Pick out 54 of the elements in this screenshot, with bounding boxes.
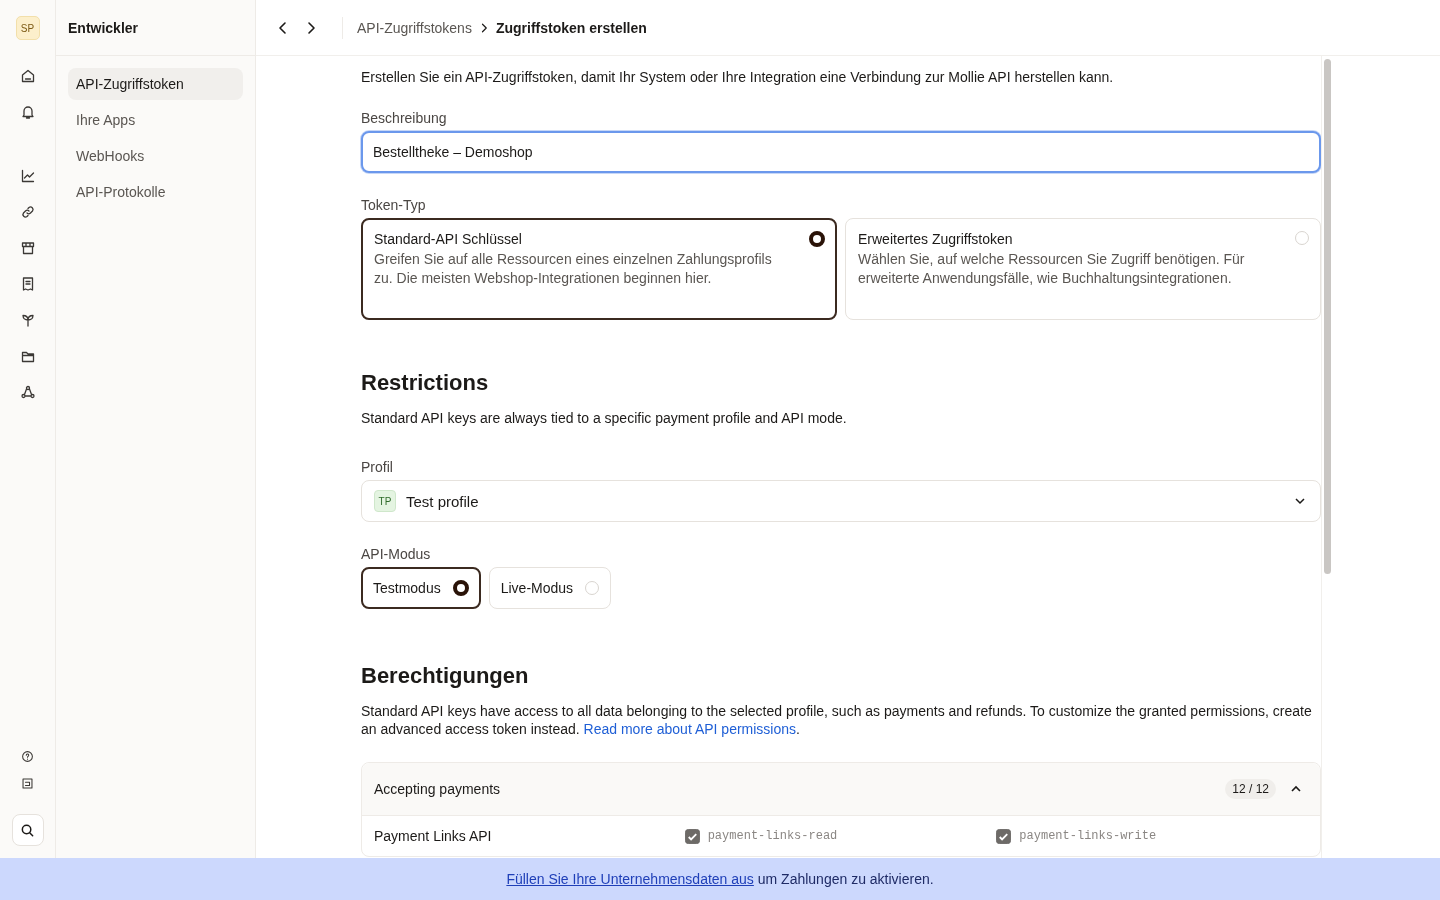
section-description: Standard API keys have access to all data belonging to the selected profile, such as payments and refunds. To customize the granted permissions, create an advanced access token instead. Read more about API permissions. [361, 702, 1313, 738]
sidebar-item[interactable]: API-Zugriffstoken [68, 68, 243, 100]
nodes-icon[interactable] [19, 384, 36, 400]
intro-text: Erstellen Sie ein API-Zugriffstoken, damit Ihr System oder Ihre Integration eine Verbindung zur Mollie API herstellen kann. [361, 68, 1115, 86]
option-description: Wählen Sie, auf welche Ressourcen Sie Zugriff benötigen. Für erweiterte Anwendungsfälle, wie Buchhaltungsintegrationen. [858, 250, 1246, 287]
option-label: Testmodus [373, 580, 441, 596]
field-label: Profil [361, 459, 394, 475]
search-button[interactable] [11, 814, 44, 846]
section-description: Standard API keys are always tied to a specific payment profile and API mode. [361, 409, 848, 427]
token-type-option[interactable]: Standard-API Schlüssel Greifen Sie auf alle Ressourcen eines einzelnen Zahlungsprofils zu. Die meisten Webshop-Integrationen beginnen hier. [361, 218, 837, 320]
count-badge: 12 / 12 [1225, 779, 1276, 799]
description-field[interactable]: Bestelltheke – Demoshop [361, 131, 1321, 173]
api-name: Payment Links API [374, 828, 493, 844]
scope-label: payment-links-write [1019, 829, 1157, 843]
sidebar-item[interactable]: API-Protokolle [68, 176, 243, 208]
chart-icon[interactable] [19, 168, 36, 184]
breadcrumb-item[interactable]: Zugriffstoken erstellen [495, 19, 647, 36]
mode-option[interactable]: Live-Modus [488, 567, 612, 609]
field-label: Beschreibung [361, 110, 448, 126]
bell-icon[interactable] [19, 104, 36, 120]
link-icon[interactable] [19, 204, 36, 220]
field-label: API-Modus [361, 546, 432, 562]
sidebar-item[interactable]: Ihre Apps [68, 104, 243, 136]
breadcrumb-item[interactable]: API-Zugriffstokens [357, 19, 472, 36]
profile-select[interactable]: TP Test profile [361, 480, 1321, 522]
checkbox[interactable] [684, 828, 700, 844]
help-icon[interactable] [21, 750, 34, 763]
option-title: Standard-API Schlüssel [374, 231, 523, 247]
sidebar-item[interactable]: WebHooks [68, 140, 243, 172]
search-icon [20, 822, 35, 838]
field-label: Token-Typ [361, 197, 427, 213]
scrollbar[interactable] [1321, 56, 1333, 858]
home-icon[interactable] [19, 68, 36, 84]
scope-label: payment-links-read [707, 829, 838, 843]
radio-button[interactable] [809, 231, 825, 247]
banner-link[interactable]: Füllen Sie Ihre Unternehmensdaten aus [506, 871, 754, 887]
panel-icon[interactable] [21, 777, 34, 790]
store-icon[interactable] [19, 240, 36, 256]
radio-button[interactable] [452, 580, 469, 596]
option-description: Greifen Sie auf alle Ressourcen eines einzelnen Zahlungsprofils zu. Die meisten Webshop-Integrationen beginnen hier. [374, 250, 773, 287]
option-title: Erweitertes Zugriffstoken [858, 231, 1014, 247]
section-heading: Restrictions [361, 370, 490, 396]
mode-option[interactable]: Testmodus [361, 567, 481, 609]
account-avatar[interactable]: SP [15, 16, 40, 40]
banner-message: Füllen Sie Ihre Unternehmensdaten aus um Zahlungen zu aktivieren. [506, 871, 934, 887]
token-type-option[interactable]: Erweitertes Zugriffstoken Wählen Sie, auf welche Ressourcen Sie Zugriff benötigen. Für erweiterte Anwendungsfälle, wie Buchhaltungsintegrationen. [845, 218, 1321, 320]
group-title: Accepting payments [374, 781, 502, 797]
sidebar-title: Entwickler [68, 19, 139, 36]
select-value: Test profile [406, 492, 480, 510]
profile-badge: TP [374, 490, 396, 512]
sprout-icon[interactable] [19, 312, 36, 328]
section-heading: Berechtigungen [361, 663, 530, 689]
checkbox[interactable] [996, 828, 1012, 844]
option-label: Live-Modus [500, 580, 574, 596]
